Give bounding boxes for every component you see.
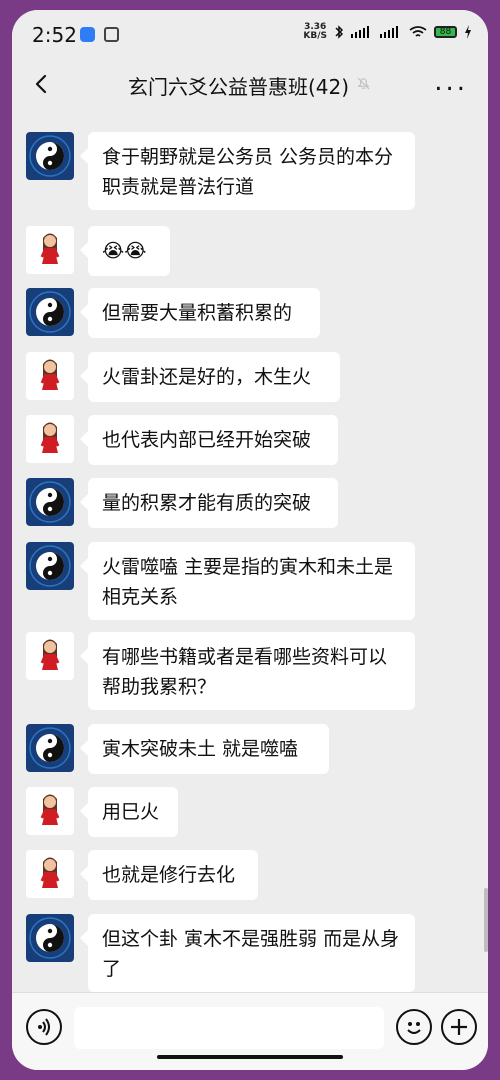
chat-title: 玄门六爻公益普惠班(42) (128, 75, 350, 99)
chat-header: 玄门六爻公益普惠班(42) ... (12, 58, 488, 112)
message-bubble[interactable]: 量的积累才能有质的突破 (80, 478, 338, 528)
battery-icon: 88 (434, 26, 457, 38)
phone-screen: 2:52 3.36KB/S 88 玄门六爻公益普惠班(42) ... 食于朝野 (12, 10, 488, 1070)
taiji-avatar-icon (26, 914, 74, 962)
avatar[interactable] (26, 724, 74, 772)
status-bar: 2:52 3.36 KB/S 88 (12, 10, 488, 58)
mute-bell-icon (357, 77, 370, 90)
charging-icon (465, 25, 471, 39)
network-speed: 3.36 KB/S (303, 23, 327, 41)
girl-avatar-icon (26, 787, 74, 835)
message-bubble[interactable]: 也就是修行去化 (80, 850, 258, 900)
status-time: 2:52 (32, 23, 77, 47)
taiji-avatar-icon (26, 724, 74, 772)
voice-input-icon[interactable] (26, 1009, 62, 1045)
home-indicator[interactable] (157, 1055, 343, 1059)
signal-icon (351, 26, 369, 38)
avatar[interactable] (26, 787, 74, 835)
taiji-avatar-icon (26, 132, 74, 180)
avatar[interactable] (26, 850, 74, 898)
message-bubble[interactable]: 火雷噬嗑 主要是指的寅木和未土是相克关系 (80, 542, 415, 620)
avatar[interactable] (26, 352, 74, 400)
avatar[interactable] (26, 415, 74, 463)
avatar[interactable] (26, 288, 74, 336)
wifi-icon (409, 26, 427, 37)
avatar[interactable] (26, 226, 74, 274)
input-bar (12, 992, 488, 1070)
signal-icon (380, 26, 398, 38)
message-bubble[interactable]: 但这个卦 寅木不是强胜弱 而是从身了 (80, 914, 415, 992)
bluetooth-icon (335, 25, 344, 39)
message-bubble[interactable]: 有哪些书籍或者是看哪些资料可以帮助我累积？ (80, 632, 415, 710)
emoji-button-icon[interactable] (396, 1009, 432, 1045)
back-arrow-icon[interactable] (30, 72, 54, 96)
message-bubble[interactable]: 也代表内部已经开始突破 (80, 415, 338, 465)
taiji-avatar-icon (26, 288, 74, 336)
message-bubble[interactable]: 火雷卦还是好的，木生火 (80, 352, 340, 402)
message-bubble[interactable]: 寅木突破未土 就是噬嗑 (80, 724, 329, 774)
scrollbar[interactable] (484, 888, 488, 952)
girl-avatar-icon (26, 226, 74, 274)
girl-avatar-icon (26, 415, 74, 463)
status-right: 3.36 KB/S 88 (303, 23, 472, 41)
message-bubble[interactable]: 😭😭 (80, 226, 170, 276)
avatar[interactable] (26, 632, 74, 680)
girl-avatar-icon (26, 632, 74, 680)
avatar[interactable] (26, 132, 74, 180)
device-frame: 2:52 3.36KB/S 88 玄门六爻公益普惠班(42) ... 食于朝野 (0, 0, 500, 1080)
smile-icon (407, 1022, 421, 1034)
add-icon (451, 1019, 467, 1035)
app-notification-icon (80, 27, 95, 42)
avatar[interactable] (26, 542, 74, 590)
taiji-avatar-icon (26, 542, 74, 590)
network-speed-unit: KB/S (303, 31, 327, 41)
message-bubble[interactable]: 但需要大量积蓄积累的 (80, 288, 320, 338)
taiji-avatar-icon (26, 478, 74, 526)
message-bubble[interactable]: 食于朝野就是公务员 公务员的本分职责就是普法行道 (80, 132, 415, 210)
avatar[interactable] (26, 914, 74, 962)
message-bubble[interactable]: 用巳火 (80, 787, 178, 837)
girl-avatar-icon (26, 352, 74, 400)
voice-wave-icon (38, 1018, 50, 1036)
message-notification-icon (104, 27, 119, 42)
plus-button-icon[interactable] (441, 1009, 477, 1045)
avatar[interactable] (26, 478, 74, 526)
more-options-icon[interactable]: ... (434, 69, 468, 95)
girl-avatar-icon (26, 850, 74, 898)
message-input[interactable] (74, 1007, 384, 1049)
message-list[interactable]: 食于朝野就是公务员 公务员的本分职责就是普法行道 😭😭 但需要大量积蓄积累的 火… (12, 112, 488, 992)
